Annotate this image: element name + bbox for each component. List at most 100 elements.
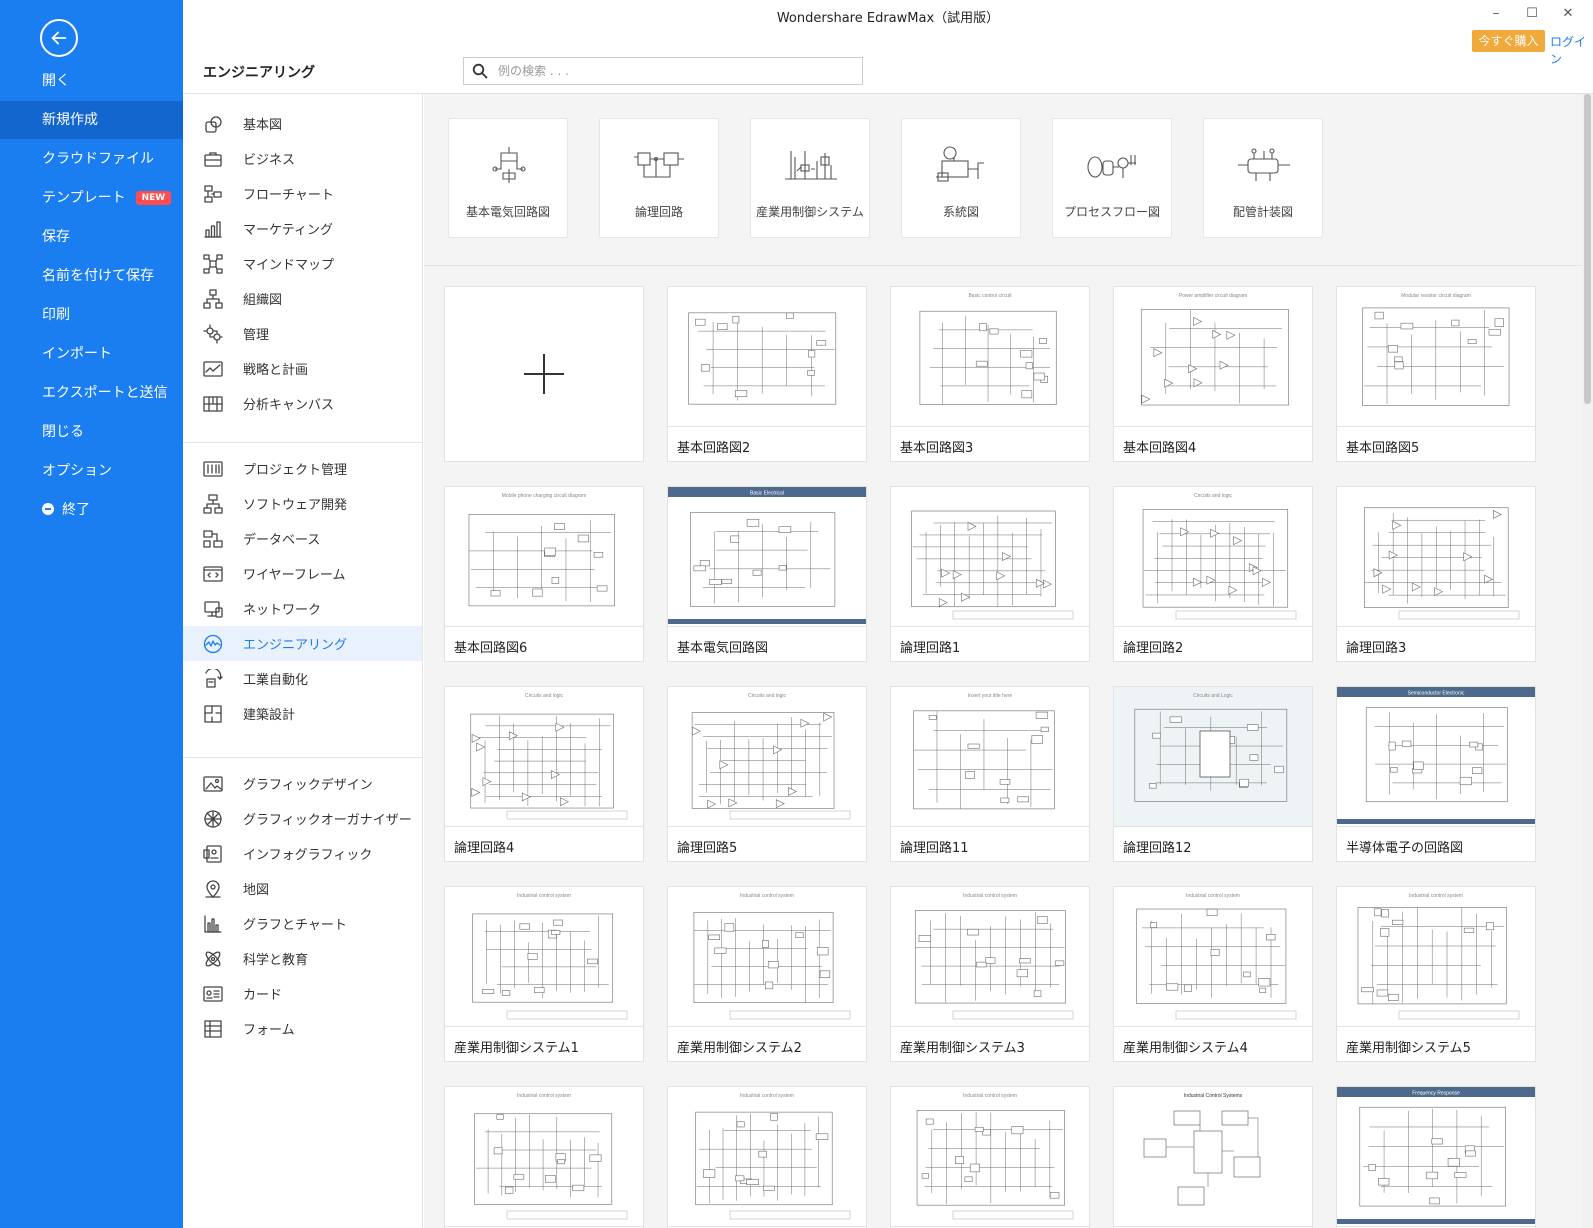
template-card[interactable]: Industrial control system 産業用制御システム5 (1336, 886, 1536, 1062)
category-divider (183, 757, 422, 758)
category-item-mindmap[interactable]: マインドマップ (183, 246, 422, 281)
category-item-form[interactable]: フォーム (183, 1011, 422, 1046)
category-item-org-chart[interactable]: 組織図 (183, 281, 422, 316)
category-item-trend[interactable]: 戦略と計画 (183, 351, 422, 386)
category-item-automation[interactable]: 工業自動化 (183, 661, 422, 696)
plus-icon (524, 354, 564, 394)
template-thumbnail-image: Industrial control system (1114, 887, 1312, 1026)
category-item-engineering[interactable]: エンジニアリング (183, 626, 422, 661)
template-card[interactable]: Frequency Response (1336, 1086, 1536, 1228)
maximize-icon[interactable]: ☐ (1525, 6, 1539, 21)
template-card[interactable]: Industrial Control Systems (1113, 1086, 1313, 1228)
svg-text:Industrial control system: Industrial control system (740, 893, 794, 899)
buy-now-button[interactable]: 今すぐ購入 (1472, 30, 1545, 52)
category-item-shapes[interactable]: 基本図 (183, 106, 422, 141)
menu-exit[interactable]: 終了 (0, 491, 183, 529)
template-card[interactable]: Industrial control system 産業用制御システム1 (444, 886, 644, 1062)
infographic-icon-wrap (203, 844, 223, 864)
template-card[interactable]: Industrial control system (444, 1086, 644, 1228)
category-item-image[interactable]: グラフィックデザイン (183, 766, 422, 801)
category-label: エンジニアリング (243, 638, 348, 653)
svg-text:Circuits and logic: Circuits and logic (525, 693, 564, 699)
menu-open[interactable]: 開く (0, 62, 183, 100)
template-card[interactable]: Circuits and Logic 論理回路12 (1113, 686, 1313, 862)
login-link[interactable]: ログイン (1550, 33, 1593, 67)
template-card[interactable]: Semiconductor Electronic 半導体電子の回路図 (1336, 686, 1536, 862)
subcategory-card-circuit[interactable]: 基本電気回路図 (448, 118, 568, 238)
subcategory-card-logic[interactable]: 論理回路 (599, 118, 719, 238)
template-card[interactable]: Industrial control system (667, 1086, 867, 1228)
category-item-software[interactable]: ソフトウェア開発 (183, 486, 422, 521)
engineering-icon (203, 634, 223, 653)
floorplan-icon (204, 704, 222, 723)
category-item-infographic[interactable]: インフォグラフィック (183, 836, 422, 871)
template-card[interactable]: Modular resistor circuit diagram 基本回路図5 (1336, 286, 1536, 462)
template-card[interactable]: 基本回路図2 (667, 286, 867, 462)
template-card[interactable]: Circuits and logic 論理回路2 (1113, 486, 1313, 662)
subcategory-card-piping[interactable]: 配管計装図 (1203, 118, 1323, 238)
menu-save[interactable]: 保存 (0, 218, 183, 256)
menu-import[interactable]: インポート (0, 335, 183, 373)
menu-save-as[interactable]: 名前を付けて保存 (0, 257, 183, 295)
template-thumbnail: Circuits and Logic (1114, 687, 1312, 827)
back-arrow-icon[interactable] (40, 19, 78, 57)
software-icon-wrap (203, 493, 223, 514)
wireframe-icon-wrap (203, 564, 223, 584)
template-card[interactable]: Basic Electrical 基本電気回路図 (667, 486, 867, 662)
category-item-canvas[interactable]: 分析キャンバス (183, 386, 422, 421)
gears-icon-wrap (203, 323, 223, 344)
scrollbar-thumb[interactable] (1584, 94, 1591, 404)
category-item-database[interactable]: データベース (183, 521, 422, 556)
category-item-gantt[interactable]: プロジェクト管理 (183, 451, 422, 486)
category-item-chart[interactable]: グラフとチャート (183, 906, 422, 941)
template-card[interactable]: Circuits and logic 論理回路5 (667, 686, 867, 862)
subcategory-card-process[interactable]: プロセスフロー図 (1052, 118, 1172, 238)
template-card[interactable]: Industrial control system (890, 1086, 1090, 1228)
template-card[interactable]: Power amplifier circuit diagram 基本回路図4 (1113, 286, 1313, 462)
category-item-network[interactable]: ネットワーク (183, 591, 422, 626)
category-panel: 基本図 ビジネス フローチャート マーケティング マインドマップ 組織図 管理 戦略と計画 分析… (183, 94, 423, 1228)
template-card[interactable]: Insert your title here 論理回路11 (890, 686, 1090, 862)
category-item-wireframe[interactable]: ワイヤーフレーム (183, 556, 422, 591)
menu-close[interactable]: 閉じる (0, 413, 183, 451)
category-divider (183, 442, 422, 443)
subcategory-card-industrial[interactable]: 産業用制御システム (750, 118, 870, 238)
category-item-map-pin[interactable]: 地図 (183, 871, 422, 906)
category-item-bar-chart[interactable]: マーケティング (183, 211, 422, 246)
search-box[interactable] (463, 57, 863, 85)
menu-new[interactable]: 新規作成 (0, 101, 183, 139)
template-thumbnail: Industrial control system (1337, 887, 1535, 1027)
subcategory-strip: 基本電気回路図 論理回路 産業用制御システム 系統図 プロセスフロー図 配管計装図 (424, 94, 1582, 266)
menu-export[interactable]: エクスポートと送信 (0, 374, 183, 412)
category-item-organizer[interactable]: グラフィックオーガナイザー (183, 801, 422, 836)
category-item-gears[interactable]: 管理 (183, 316, 422, 351)
menu-templates[interactable]: テンプレート NEW (0, 179, 183, 217)
minimize-icon[interactable]: – (1489, 6, 1503, 21)
template-card[interactable]: Basic control circuit 基本回路図3 (890, 286, 1090, 462)
category-item-flowchart[interactable]: フローチャート (183, 176, 422, 211)
menu-cloud-files[interactable]: クラウドファイル (0, 140, 183, 178)
category-item-card[interactable]: カード (183, 976, 422, 1011)
template-thumbnail-image: Industrial control system (891, 1087, 1089, 1226)
template-card[interactable]: Industrial control system 産業用制御システム4 (1113, 886, 1313, 1062)
template-card[interactable]: Mobile phone charging circuit diagram 基本回… (444, 486, 644, 662)
template-card[interactable]: Circuits and logic 論理回路4 (444, 686, 644, 862)
template-label: 産業用制御システム1 (454, 1041, 579, 1056)
new-blank-template-card[interactable] (444, 286, 644, 462)
subcategory-card-system[interactable]: 系統図 (901, 118, 1021, 238)
menu-print[interactable]: 印刷 (0, 296, 183, 334)
template-card[interactable]: Industrial control system 産業用制御システム3 (890, 886, 1090, 1062)
template-card[interactable]: 論理回路3 (1336, 486, 1536, 662)
category-item-briefcase[interactable]: ビジネス (183, 141, 422, 176)
category-item-floorplan[interactable]: 建築設計 (183, 696, 422, 731)
template-card[interactable]: Industrial control system 産業用制御システム2 (667, 886, 867, 1062)
close-icon[interactable]: ✕ (1561, 6, 1575, 21)
new-badge: NEW (135, 191, 172, 205)
template-thumbnail-image: Frequency Response (1337, 1087, 1535, 1226)
template-card[interactable]: 論理回路1 (890, 486, 1090, 662)
menu-options[interactable]: オプション (0, 452, 183, 490)
category-item-atom[interactable]: 科学と教育 (183, 941, 422, 976)
mindmap-icon-wrap (203, 253, 223, 274)
search-input[interactable] (498, 64, 838, 78)
form-icon-wrap (203, 1019, 223, 1039)
